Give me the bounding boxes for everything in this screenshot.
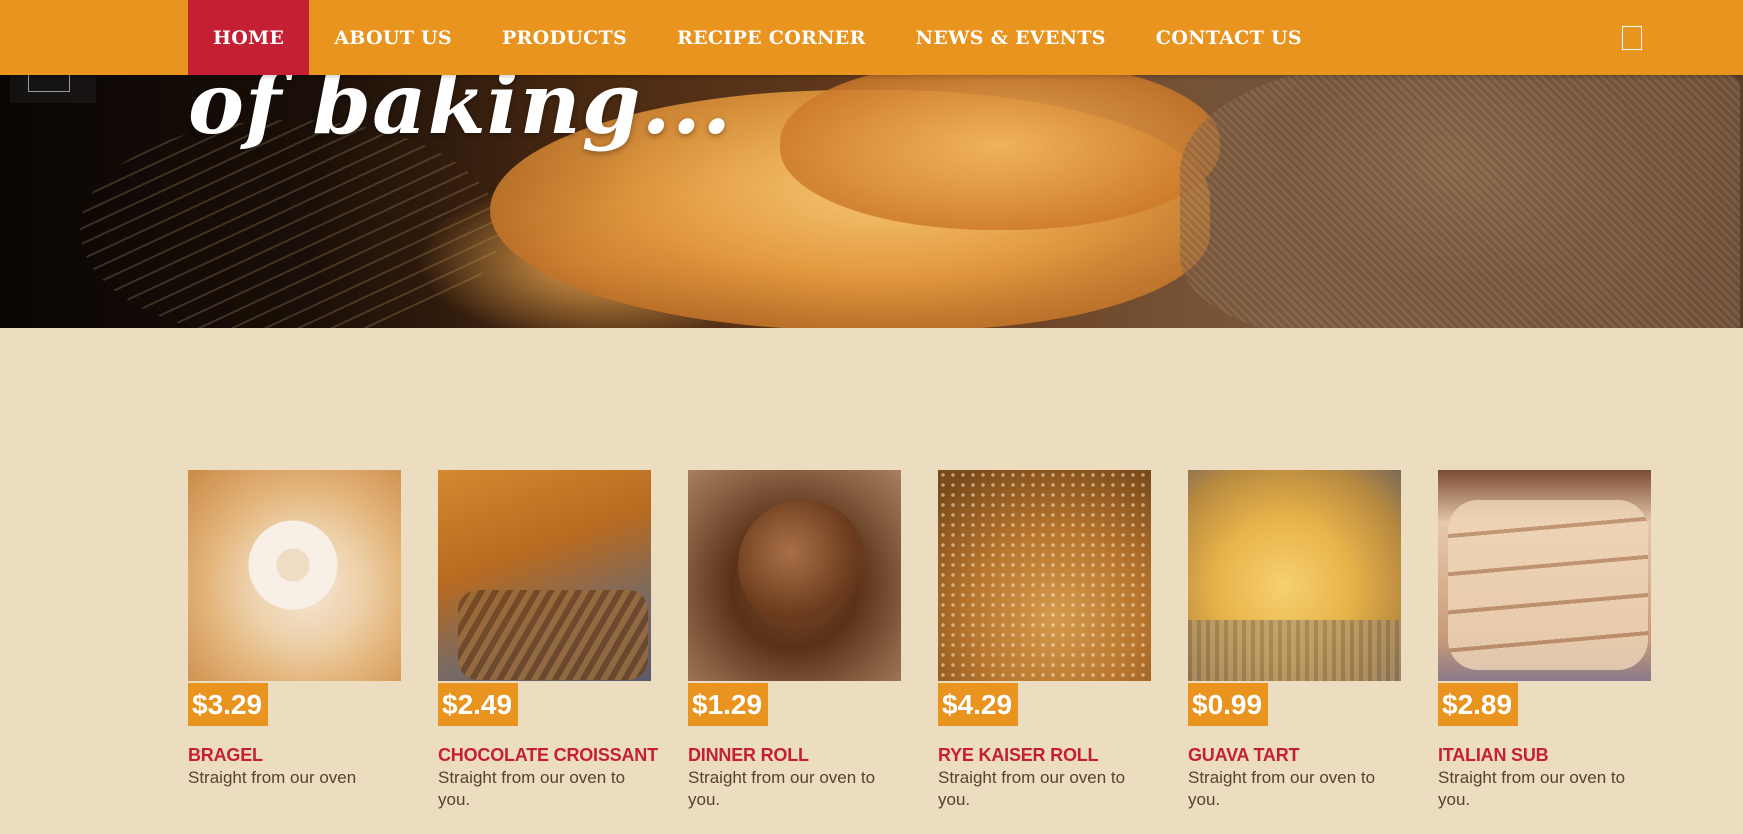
product-card[interactable]: $0.99 GUAVA TART Straight from our oven … xyxy=(1188,470,1401,811)
product-description: Straight from our oven xyxy=(188,768,357,787)
product-card[interactable]: $2.89 ITALIAN SUB Straight from our oven… xyxy=(1438,470,1651,811)
nav-item-recipe-corner[interactable]: RECIPE CORNER xyxy=(652,0,891,75)
product-image-dinner-roll[interactable] xyxy=(688,470,901,681)
product-card[interactable]: $3.29 BRAGEL Straight from our oven xyxy=(188,470,401,811)
nav-item-news-events[interactable]: NEWS & EVENTS xyxy=(891,0,1131,75)
menu-icon xyxy=(28,73,70,92)
burlap-sack-image xyxy=(1180,60,1740,328)
search-icon[interactable] xyxy=(1622,26,1642,50)
product-card[interactable]: $2.49 CHOCOLATE CROISSANT Straight from … xyxy=(438,470,658,811)
nav-menu: HOME ABOUT US PRODUCTS RECIPE CORNER NEW… xyxy=(188,0,1327,75)
price-badge: $1.29 xyxy=(688,683,769,726)
product-name[interactable]: ITALIAN SUB xyxy=(1438,745,1651,766)
price-badge: $0.99 xyxy=(1188,683,1269,726)
price-badge: $2.89 xyxy=(1438,683,1519,726)
product-name[interactable]: GUAVA TART xyxy=(1188,745,1401,766)
nav-item-about-us[interactable]: ABOUT US xyxy=(309,0,477,75)
main-navbar: HOME ABOUT US PRODUCTS RECIPE CORNER NEW… xyxy=(0,0,1743,75)
product-description: Straight from our oven to you. xyxy=(938,768,1126,809)
product-description: Straight from our oven to you. xyxy=(1188,768,1376,809)
price-badge: $3.29 xyxy=(188,683,269,726)
product-card[interactable]: $1.29 DINNER ROLL Straight from our oven… xyxy=(688,470,901,811)
product-name[interactable]: CHOCOLATE CROISSANT xyxy=(438,745,658,766)
product-image-bragel[interactable] xyxy=(188,470,401,681)
nav-item-home[interactable]: HOME xyxy=(188,0,310,75)
product-list: $3.29 BRAGEL Straight from our oven $2.4… xyxy=(188,470,1651,811)
bread-loaf-image xyxy=(780,60,1220,230)
price-badge: $4.29 xyxy=(938,683,1019,726)
product-image-italian-sub[interactable] xyxy=(1438,470,1651,681)
product-image-chocolate-croissant[interactable] xyxy=(438,470,651,681)
product-description: Straight from our oven to you. xyxy=(438,768,626,809)
product-description: Straight from our oven to you. xyxy=(1438,768,1626,809)
product-description: Straight from our oven to you. xyxy=(688,768,876,809)
nav-item-products[interactable]: PRODUCTS xyxy=(477,0,652,75)
product-name[interactable]: BRAGEL xyxy=(188,745,401,766)
product-name[interactable]: RYE KAISER ROLL xyxy=(938,745,1151,766)
price-badge: $2.49 xyxy=(438,683,519,726)
product-image-rye-kaiser-roll[interactable] xyxy=(938,470,1151,681)
product-card[interactable]: $4.29 RYE KAISER ROLL Straight from our … xyxy=(938,470,1151,811)
product-name[interactable]: DINNER ROLL xyxy=(688,745,901,766)
product-image-guava-tart[interactable] xyxy=(1188,470,1401,681)
nav-item-contact-us[interactable]: CONTACT US xyxy=(1131,0,1327,75)
